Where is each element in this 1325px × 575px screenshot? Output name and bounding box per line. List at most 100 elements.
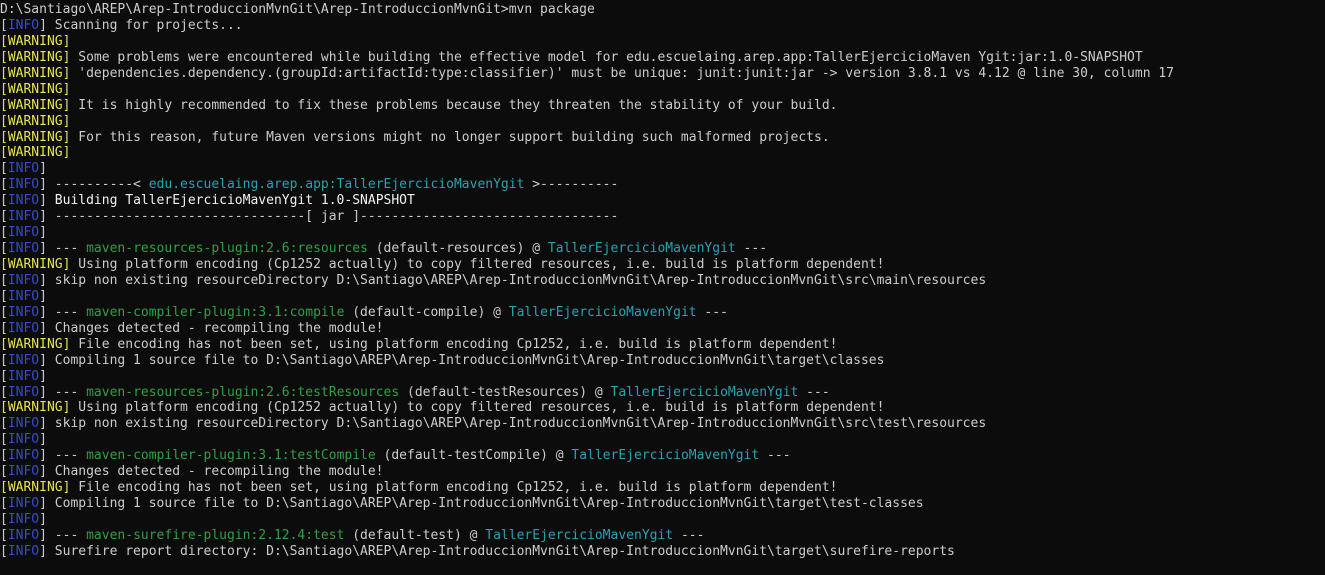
console-line: [INFO] [0, 432, 1325, 448]
console-text: For this reason, future Maven versions m… [70, 129, 830, 145]
console-text: ] Scanning for projects... [39, 17, 243, 33]
console-text: (default-resources) @ [367, 241, 548, 257]
console-line: D:\Santiago\AREP\Arep-IntroduccionMvnGit… [0, 2, 1325, 18]
console-text: ] --------------------------------[ jar … [39, 209, 619, 225]
log-level-warning: [WARNING] [0, 145, 71, 161]
log-level-info: INFO [7, 304, 40, 320]
project-name: TallerEjercicioMavenYgit [485, 527, 674, 543]
plugin-goal: maven-resources-plugin:2.6:testResources [86, 384, 400, 400]
console-text: [ [0, 161, 8, 177]
log-level-warning: [WARNING] [0, 129, 71, 145]
console-text: [ [0, 272, 8, 288]
plugin-goal: maven-surefire-plugin:2.12.4:test [86, 527, 345, 543]
console-line: [WARNING] Using platform encoding (Cp125… [0, 400, 1325, 416]
log-level-warning: [WARNING] [0, 480, 71, 496]
console-text: File encoding has not been set, using pl… [70, 480, 838, 496]
log-level-info: INFO [7, 448, 40, 464]
console-text: [ [0, 209, 8, 225]
console-line: [INFO] --- maven-compiler-plugin:3.1:com… [0, 305, 1325, 321]
console-text: It is highly recommended to fix these pr… [70, 97, 838, 113]
console-text: [ [0, 464, 8, 480]
console-text: [ [0, 177, 8, 193]
log-level-info: INFO [7, 352, 40, 368]
log-level-info: INFO [7, 543, 40, 559]
console-text: ] Surefire report directory: D:\Santiago… [39, 543, 955, 559]
build-heading: Building TallerEjercicioMavenYgit 1.0-SN… [54, 193, 415, 209]
project-name: TallerEjercicioMavenYgit [547, 241, 736, 257]
console-line: [INFO] --- maven-resources-plugin:2.6:te… [0, 385, 1325, 401]
log-level-info: INFO [7, 209, 40, 225]
console-text: ] [39, 512, 47, 527]
console-text: 'dependencies.dependency.(groupId:artifa… [70, 65, 1175, 81]
console-text: [ [0, 384, 8, 400]
console-line: [INFO] [0, 512, 1325, 528]
console-text: Using platform encoding (Cp1252 actually… [70, 257, 885, 272]
console-text: ] Changes detected - recompiling the mod… [39, 320, 384, 336]
log-level-info: INFO [7, 17, 40, 33]
console-text: ] --- [39, 448, 87, 464]
console-line: [INFO] --- maven-surefire-plugin:2.12.4:… [0, 528, 1325, 544]
log-level-warning: [WARNING] [0, 81, 71, 97]
console-text: ] Compiling 1 source file to D:\Santiago… [39, 496, 924, 512]
console-text: ] Compiling 1 source file to D:\Santiago… [39, 352, 885, 368]
console-text: [ [0, 352, 8, 368]
console-line: [WARNING] [0, 34, 1325, 50]
console-text: ] --- [39, 241, 87, 257]
console-text: [ [0, 17, 8, 33]
console-text: ] [39, 432, 47, 448]
log-level-warning: [WARNING] [0, 49, 71, 65]
log-level-warning: [WARNING] [0, 113, 71, 129]
console-text: [ [0, 432, 8, 448]
console-line: [INFO] skip non existing resourceDirecto… [0, 273, 1325, 289]
console-text: (default-testCompile) @ [375, 448, 572, 464]
console-line: [INFO] [0, 161, 1325, 177]
console-text: [ [0, 543, 8, 559]
console-text: [ [0, 368, 8, 384]
console-text: ] --- [39, 304, 87, 320]
log-level-warning: [WARNING] [0, 33, 71, 49]
log-level-info: INFO [7, 368, 40, 384]
log-level-info: INFO [7, 288, 40, 304]
console-text: [ [0, 320, 8, 336]
console-text: (default-test) @ [344, 527, 486, 543]
console-line: [WARNING] 'dependencies.dependency.(grou… [0, 66, 1325, 82]
console-line: [INFO] Compiling 1 source file to D:\San… [0, 353, 1325, 369]
console-text: ] [39, 225, 47, 241]
console-text: >---------- [524, 177, 619, 193]
terminal-console[interactable]: D:\Santiago\AREP\Arep-IntroduccionMvnGit… [0, 0, 1325, 575]
console-line: [WARNING] [0, 82, 1325, 98]
console-line: [INFO] Surefire report directory: D:\San… [0, 544, 1325, 560]
console-text: [ [0, 288, 8, 304]
log-level-info: INFO [7, 161, 40, 177]
log-level-warning: [WARNING] [0, 65, 71, 81]
log-level-info: INFO [7, 320, 40, 336]
console-line: [INFO] Compiling 1 source file to D:\San… [0, 496, 1325, 512]
console-text: --- [696, 304, 728, 320]
console-text: ] --- [39, 527, 87, 543]
log-level-info: INFO [7, 241, 40, 257]
console-text: ] skip non existing resourceDirectory D:… [39, 416, 987, 432]
console-line: [INFO] skip non existing resourceDirecto… [0, 416, 1325, 432]
log-level-info: INFO [7, 225, 40, 241]
log-level-info: INFO [7, 512, 40, 527]
console-line: [WARNING] File encoding has not been set… [0, 480, 1325, 496]
console-line: [WARNING] Some problems were encountered… [0, 50, 1325, 66]
log-level-warning: [WARNING] [0, 400, 71, 416]
console-line: [INFO] Changes detected - recompiling th… [0, 464, 1325, 480]
console-text: --- [759, 448, 791, 464]
console-text: Some problems were encountered while bui… [70, 49, 1143, 65]
project-name: TallerEjercicioMavenYgit [571, 448, 760, 464]
console-text: [ [0, 527, 8, 543]
log-level-info: INFO [7, 384, 40, 400]
project-name: TallerEjercicioMavenYgit [610, 384, 799, 400]
console-text: (default-testResources) @ [399, 384, 611, 400]
console-text: [ [0, 512, 8, 527]
console-text: ] skip non existing resourceDirectory D:… [39, 272, 987, 288]
log-level-warning: [WARNING] [0, 257, 71, 272]
console-text: [ [0, 225, 8, 241]
console-line: [WARNING] File encoding has not been set… [0, 337, 1325, 353]
console-text: --- [798, 384, 830, 400]
console-line: [WARNING] Using platform encoding (Cp125… [0, 257, 1325, 273]
console-line: [INFO] --- maven-resources-plugin:2.6:re… [0, 241, 1325, 257]
console-line: [INFO] [0, 369, 1325, 385]
